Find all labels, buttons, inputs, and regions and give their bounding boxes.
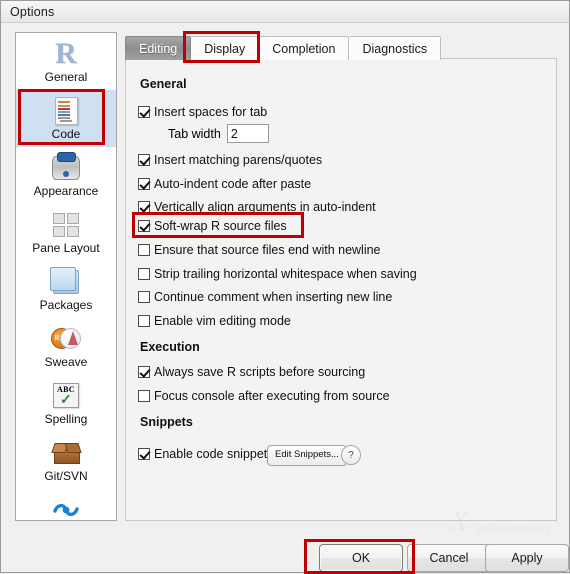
tab-diagnostics[interactable]: Diagnostics (349, 36, 442, 60)
checkbox-ensure-newline-at-end[interactable] (138, 244, 150, 256)
tab-editing[interactable]: Editing (125, 36, 192, 60)
checkbox-row-vertically-align-arguments[interactable]: Vertically align arguments in auto-inden… (138, 198, 376, 216)
abc-check-icon: ABC (50, 380, 82, 411)
checkbox-strip-trailing-whitespace[interactable] (138, 268, 150, 280)
tab-width-label: Tab width (168, 126, 221, 141)
checkbox-row-always-save-before-sourcing[interactable]: Always save R scripts before sourcing (138, 363, 365, 381)
package-cube-icon (50, 266, 82, 297)
checkbox-row-soft-wrap-r-source-files[interactable]: Soft-wrap R source files (138, 217, 287, 235)
apply-button[interactable]: Apply (485, 544, 569, 572)
help-icon-button[interactable]: ? (341, 445, 361, 465)
checkbox-label: Vertically align arguments in auto-inden… (154, 200, 376, 214)
sidebar-item-label: Git/SVN (44, 469, 88, 483)
checkbox-label: Insert spaces for tab (154, 105, 268, 119)
checkbox-row-insert-spaces-for-tab[interactable]: Insert spaces for tab (138, 103, 267, 121)
checkbox-row-continue-comment-new-line[interactable]: Continue comment when inserting new line (138, 288, 392, 306)
ok-button[interactable]: OK (319, 544, 403, 572)
sidebar-item-label: Pane Layout (32, 241, 100, 255)
brown-box-icon (50, 437, 82, 468)
checkbox-row-auto-indent-after-paste[interactable]: Auto-indent code after paste (138, 175, 311, 193)
checkbox-row-enable-code-snippets[interactable]: Enable code snippets (138, 445, 274, 463)
group-title-execution: Execution (140, 340, 200, 354)
checkbox-row-ensure-newline-at-end[interactable]: Ensure that source files end with newlin… (138, 241, 381, 259)
sidebar-item-spelling[interactable]: ABC Spelling (16, 375, 116, 432)
tab-width-row: Tab width (168, 124, 269, 143)
checkbox-enable-vim-editing-mode[interactable] (138, 315, 150, 327)
checkbox-label: Ensure that source files end with newlin… (154, 243, 381, 257)
sidebar-item-label: Code (51, 127, 81, 141)
sidebar-item-appearance[interactable]: Appearance (16, 147, 116, 204)
sidebar-item-label: General (44, 70, 88, 84)
checkbox-insert-spaces-for-tab[interactable] (138, 106, 150, 118)
sweave-pdf-icon: Rnw (50, 323, 82, 354)
edit-snippets-button[interactable]: Edit Snippets... (267, 445, 347, 466)
sidebar-item-label: Sweave (44, 355, 88, 369)
checkbox-label: Strip trailing horizontal whitespace whe… (154, 267, 417, 281)
checkbox-row-focus-console-after-execute[interactable]: Focus console after executing from sourc… (138, 387, 390, 405)
r-logo-icon: R (55, 36, 77, 70)
group-title-general: General (140, 77, 187, 91)
checkbox-label: Focus console after executing from sourc… (154, 389, 390, 403)
checkbox-continue-comment-new-line[interactable] (138, 291, 150, 303)
checkbox-soft-wrap-r-source-files[interactable] (138, 220, 150, 232)
watermark-text: zol.com.cn (477, 520, 550, 535)
checkbox-vertically-align-arguments[interactable] (138, 201, 150, 213)
rsconnect-icon (50, 494, 82, 520)
checkbox-label: Enable vim editing mode (154, 314, 291, 328)
checkbox-label: Enable code snippets (154, 447, 274, 461)
checkbox-label: Auto-indent code after paste (154, 177, 312, 191)
checkbox-row-enable-vim-editing-mode[interactable]: Enable vim editing mode (138, 312, 291, 330)
sidebar-item-publishing[interactable]: Publishing (16, 489, 116, 520)
checkbox-always-save-before-sourcing[interactable] (138, 366, 150, 378)
code-document-icon (50, 95, 82, 126)
sidebar-item-git-svn[interactable]: Git/SVN (16, 432, 116, 489)
checkbox-focus-console-after-execute[interactable] (138, 390, 150, 402)
tab-completion[interactable]: Completion (259, 36, 350, 60)
window-title: Options (10, 5, 55, 19)
paint-can-icon (50, 151, 82, 183)
tab-display[interactable]: Display (191, 36, 260, 60)
group-title-snippets: Snippets (140, 415, 193, 429)
sidebar-item-label: Spelling (44, 412, 88, 426)
sidebar-item-packages[interactable]: Packages (16, 261, 116, 318)
checkbox-insert-matching-parens[interactable] (138, 154, 150, 166)
tab-strip: Editing Display Completion Diagnostics (125, 34, 442, 60)
checkbox-label: Continue comment when inserting new line (154, 290, 393, 304)
four-panes-icon (50, 209, 82, 240)
cancel-button[interactable]: Cancel (407, 544, 491, 572)
checkbox-label: Soft-wrap R source files (154, 219, 287, 233)
sidebar-item-label: Appearance (33, 184, 99, 198)
checkbox-auto-indent-after-paste[interactable] (138, 178, 150, 190)
checkbox-label: Insert matching parens/quotes (154, 153, 323, 167)
sidebar-item-pane-layout[interactable]: Pane Layout (16, 204, 116, 261)
checkbox-enable-code-snippets[interactable] (138, 448, 150, 460)
options-dialog: Options R General Code Appearance Pane L… (0, 0, 570, 574)
sidebar-item-sweave[interactable]: Rnw Sweave (16, 318, 116, 375)
sidebar-item-general[interactable]: R General (16, 33, 116, 90)
sidebar-item-code[interactable]: Code (16, 90, 116, 147)
title-bar: Options (1, 1, 569, 23)
category-sidebar[interactable]: R General Code Appearance Pane Layout Pa… (15, 32, 117, 521)
tab-width-input[interactable] (226, 124, 269, 143)
checkbox-row-insert-matching-parens[interactable]: Insert matching parens/quotes (138, 151, 322, 169)
sidebar-item-label: Packages (39, 298, 93, 312)
checkbox-label: Always save R scripts before sourcing (154, 365, 366, 379)
checkbox-row-strip-trailing-whitespace[interactable]: Strip trailing horizontal whitespace whe… (138, 265, 417, 283)
